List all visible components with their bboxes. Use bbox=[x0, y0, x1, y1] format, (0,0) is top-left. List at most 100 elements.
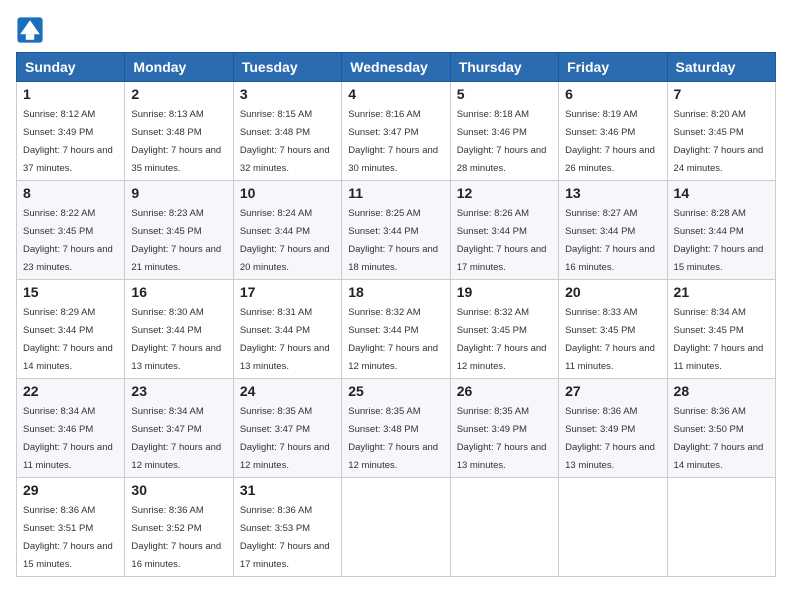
weekday-header-cell: Saturday bbox=[667, 53, 775, 82]
day-number: 9 bbox=[131, 185, 226, 201]
page-header bbox=[16, 16, 776, 44]
calendar-day-cell: 22 Sunrise: 8:34 AMSunset: 3:46 PMDaylig… bbox=[17, 379, 125, 478]
weekday-header-cell: Thursday bbox=[450, 53, 558, 82]
calendar-day-cell: 27 Sunrise: 8:36 AMSunset: 3:49 PMDaylig… bbox=[559, 379, 667, 478]
day-info: Sunrise: 8:12 AMSunset: 3:49 PMDaylight:… bbox=[23, 109, 113, 174]
calendar-day-cell bbox=[559, 478, 667, 577]
day-number: 23 bbox=[131, 383, 226, 399]
day-info: Sunrise: 8:18 AMSunset: 3:46 PMDaylight:… bbox=[457, 109, 547, 174]
calendar-day-cell: 17 Sunrise: 8:31 AMSunset: 3:44 PMDaylig… bbox=[233, 280, 341, 379]
day-info: Sunrise: 8:34 AMSunset: 3:45 PMDaylight:… bbox=[674, 307, 764, 372]
day-info: Sunrise: 8:29 AMSunset: 3:44 PMDaylight:… bbox=[23, 307, 113, 372]
calendar-day-cell: 15 Sunrise: 8:29 AMSunset: 3:44 PMDaylig… bbox=[17, 280, 125, 379]
day-info: Sunrise: 8:36 AMSunset: 3:53 PMDaylight:… bbox=[240, 505, 330, 570]
day-info: Sunrise: 8:32 AMSunset: 3:45 PMDaylight:… bbox=[457, 307, 547, 372]
weekday-header-cell: Monday bbox=[125, 53, 233, 82]
calendar-day-cell: 3 Sunrise: 8:15 AMSunset: 3:48 PMDayligh… bbox=[233, 82, 341, 181]
calendar-day-cell: 20 Sunrise: 8:33 AMSunset: 3:45 PMDaylig… bbox=[559, 280, 667, 379]
day-number: 10 bbox=[240, 185, 335, 201]
calendar-day-cell: 16 Sunrise: 8:30 AMSunset: 3:44 PMDaylig… bbox=[125, 280, 233, 379]
calendar-day-cell: 5 Sunrise: 8:18 AMSunset: 3:46 PMDayligh… bbox=[450, 82, 558, 181]
day-info: Sunrise: 8:34 AMSunset: 3:46 PMDaylight:… bbox=[23, 406, 113, 471]
day-number: 1 bbox=[23, 86, 118, 102]
day-number: 5 bbox=[457, 86, 552, 102]
calendar-day-cell: 21 Sunrise: 8:34 AMSunset: 3:45 PMDaylig… bbox=[667, 280, 775, 379]
day-number: 26 bbox=[457, 383, 552, 399]
calendar-day-cell: 13 Sunrise: 8:27 AMSunset: 3:44 PMDaylig… bbox=[559, 181, 667, 280]
calendar-day-cell: 28 Sunrise: 8:36 AMSunset: 3:50 PMDaylig… bbox=[667, 379, 775, 478]
calendar-day-cell: 23 Sunrise: 8:34 AMSunset: 3:47 PMDaylig… bbox=[125, 379, 233, 478]
calendar-table: SundayMondayTuesdayWednesdayThursdayFrid… bbox=[16, 52, 776, 577]
calendar-day-cell: 10 Sunrise: 8:24 AMSunset: 3:44 PMDaylig… bbox=[233, 181, 341, 280]
day-info: Sunrise: 8:25 AMSunset: 3:44 PMDaylight:… bbox=[348, 208, 438, 273]
day-info: Sunrise: 8:16 AMSunset: 3:47 PMDaylight:… bbox=[348, 109, 438, 174]
day-info: Sunrise: 8:36 AMSunset: 3:50 PMDaylight:… bbox=[674, 406, 764, 471]
day-number: 15 bbox=[23, 284, 118, 300]
day-info: Sunrise: 8:33 AMSunset: 3:45 PMDaylight:… bbox=[565, 307, 655, 372]
calendar-day-cell: 29 Sunrise: 8:36 AMSunset: 3:51 PMDaylig… bbox=[17, 478, 125, 577]
weekday-header-cell: Sunday bbox=[17, 53, 125, 82]
day-number: 6 bbox=[565, 86, 660, 102]
calendar-day-cell: 18 Sunrise: 8:32 AMSunset: 3:44 PMDaylig… bbox=[342, 280, 450, 379]
day-info: Sunrise: 8:31 AMSunset: 3:44 PMDaylight:… bbox=[240, 307, 330, 372]
weekday-header-row: SundayMondayTuesdayWednesdayThursdayFrid… bbox=[17, 53, 776, 82]
calendar-week-row: 1 Sunrise: 8:12 AMSunset: 3:49 PMDayligh… bbox=[17, 82, 776, 181]
calendar-day-cell bbox=[342, 478, 450, 577]
day-number: 13 bbox=[565, 185, 660, 201]
day-info: Sunrise: 8:22 AMSunset: 3:45 PMDaylight:… bbox=[23, 208, 113, 273]
calendar-week-row: 15 Sunrise: 8:29 AMSunset: 3:44 PMDaylig… bbox=[17, 280, 776, 379]
day-number: 11 bbox=[348, 185, 443, 201]
calendar-day-cell: 31 Sunrise: 8:36 AMSunset: 3:53 PMDaylig… bbox=[233, 478, 341, 577]
day-number: 19 bbox=[457, 284, 552, 300]
day-info: Sunrise: 8:15 AMSunset: 3:48 PMDaylight:… bbox=[240, 109, 330, 174]
weekday-header-cell: Friday bbox=[559, 53, 667, 82]
calendar-day-cell: 8 Sunrise: 8:22 AMSunset: 3:45 PMDayligh… bbox=[17, 181, 125, 280]
day-info: Sunrise: 8:27 AMSunset: 3:44 PMDaylight:… bbox=[565, 208, 655, 273]
calendar-day-cell bbox=[450, 478, 558, 577]
calendar-day-cell: 11 Sunrise: 8:25 AMSunset: 3:44 PMDaylig… bbox=[342, 181, 450, 280]
day-number: 27 bbox=[565, 383, 660, 399]
day-info: Sunrise: 8:36 AMSunset: 3:51 PMDaylight:… bbox=[23, 505, 113, 570]
day-number: 21 bbox=[674, 284, 769, 300]
calendar-day-cell: 4 Sunrise: 8:16 AMSunset: 3:47 PMDayligh… bbox=[342, 82, 450, 181]
calendar-day-cell: 2 Sunrise: 8:13 AMSunset: 3:48 PMDayligh… bbox=[125, 82, 233, 181]
day-number: 31 bbox=[240, 482, 335, 498]
day-number: 30 bbox=[131, 482, 226, 498]
calendar-day-cell: 30 Sunrise: 8:36 AMSunset: 3:52 PMDaylig… bbox=[125, 478, 233, 577]
day-info: Sunrise: 8:36 AMSunset: 3:49 PMDaylight:… bbox=[565, 406, 655, 471]
calendar-day-cell: 1 Sunrise: 8:12 AMSunset: 3:49 PMDayligh… bbox=[17, 82, 125, 181]
calendar-week-row: 29 Sunrise: 8:36 AMSunset: 3:51 PMDaylig… bbox=[17, 478, 776, 577]
calendar-week-row: 22 Sunrise: 8:34 AMSunset: 3:46 PMDaylig… bbox=[17, 379, 776, 478]
logo bbox=[16, 16, 48, 44]
day-number: 2 bbox=[131, 86, 226, 102]
weekday-header-cell: Tuesday bbox=[233, 53, 341, 82]
day-number: 7 bbox=[674, 86, 769, 102]
calendar-day-cell: 12 Sunrise: 8:26 AMSunset: 3:44 PMDaylig… bbox=[450, 181, 558, 280]
day-number: 28 bbox=[674, 383, 769, 399]
day-number: 4 bbox=[348, 86, 443, 102]
day-info: Sunrise: 8:35 AMSunset: 3:47 PMDaylight:… bbox=[240, 406, 330, 471]
day-info: Sunrise: 8:23 AMSunset: 3:45 PMDaylight:… bbox=[131, 208, 221, 273]
day-number: 3 bbox=[240, 86, 335, 102]
day-number: 14 bbox=[674, 185, 769, 201]
calendar-day-cell: 7 Sunrise: 8:20 AMSunset: 3:45 PMDayligh… bbox=[667, 82, 775, 181]
calendar-day-cell bbox=[667, 478, 775, 577]
calendar-body: 1 Sunrise: 8:12 AMSunset: 3:49 PMDayligh… bbox=[17, 82, 776, 577]
day-info: Sunrise: 8:20 AMSunset: 3:45 PMDaylight:… bbox=[674, 109, 764, 174]
day-info: Sunrise: 8:35 AMSunset: 3:48 PMDaylight:… bbox=[348, 406, 438, 471]
day-info: Sunrise: 8:13 AMSunset: 3:48 PMDaylight:… bbox=[131, 109, 221, 174]
weekday-header-cell: Wednesday bbox=[342, 53, 450, 82]
calendar-day-cell: 9 Sunrise: 8:23 AMSunset: 3:45 PMDayligh… bbox=[125, 181, 233, 280]
day-number: 20 bbox=[565, 284, 660, 300]
day-info: Sunrise: 8:26 AMSunset: 3:44 PMDaylight:… bbox=[457, 208, 547, 273]
day-number: 17 bbox=[240, 284, 335, 300]
day-info: Sunrise: 8:28 AMSunset: 3:44 PMDaylight:… bbox=[674, 208, 764, 273]
calendar-day-cell: 25 Sunrise: 8:35 AMSunset: 3:48 PMDaylig… bbox=[342, 379, 450, 478]
day-info: Sunrise: 8:19 AMSunset: 3:46 PMDaylight:… bbox=[565, 109, 655, 174]
calendar-week-row: 8 Sunrise: 8:22 AMSunset: 3:45 PMDayligh… bbox=[17, 181, 776, 280]
calendar-day-cell: 6 Sunrise: 8:19 AMSunset: 3:46 PMDayligh… bbox=[559, 82, 667, 181]
calendar-day-cell: 14 Sunrise: 8:28 AMSunset: 3:44 PMDaylig… bbox=[667, 181, 775, 280]
day-info: Sunrise: 8:35 AMSunset: 3:49 PMDaylight:… bbox=[457, 406, 547, 471]
day-number: 18 bbox=[348, 284, 443, 300]
day-number: 22 bbox=[23, 383, 118, 399]
